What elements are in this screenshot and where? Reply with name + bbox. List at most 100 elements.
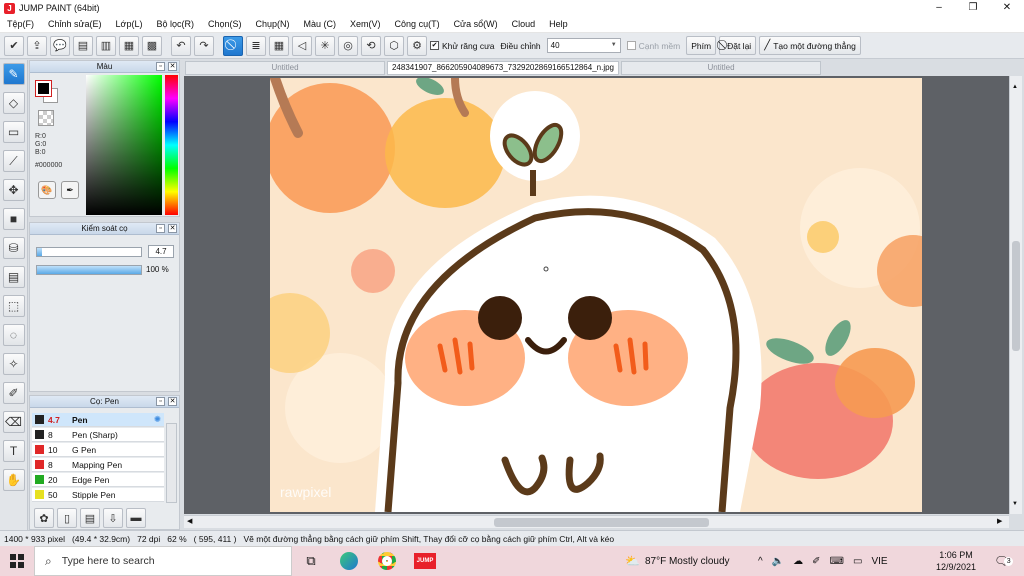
panel-float-icon[interactable]: ▫	[156, 224, 165, 233]
brush-item[interactable]: 8 Pen (Sharp)	[32, 428, 164, 442]
radial-ruler-icon[interactable]: ✳	[315, 35, 335, 56]
keyboard-icon[interactable]: ⌨	[830, 556, 844, 567]
concentric-ruler-icon[interactable]: ◎	[338, 35, 358, 56]
menu-help[interactable]: Help	[542, 19, 575, 29]
brush-item[interactable]: 50 Stipple Pen	[32, 488, 164, 502]
chevron-up-icon[interactable]: ^	[758, 556, 763, 567]
reset-button[interactable]: ⃠Đặt lại	[719, 36, 757, 55]
scroll-up-icon[interactable]: ▲	[1012, 84, 1018, 90]
no-ruler-icon[interactable]: ⃠	[223, 35, 243, 56]
grid-icon[interactable]: ▩	[142, 35, 162, 56]
brush-opacity-slider[interactable]	[36, 265, 142, 275]
horizontal-scrollbar[interactable]: ◀ ▶	[184, 515, 1009, 528]
panel-float-icon[interactable]: ▫	[156, 62, 165, 71]
bucket-tool-icon[interactable]: ⛁	[2, 237, 25, 259]
antialias-checkbox[interactable]: ✔	[430, 41, 439, 50]
tab-image[interactable]: 248341907_866205904089673_73292028691665…	[387, 61, 619, 75]
settings-icon[interactable]: ⚙	[407, 35, 427, 56]
menu-color[interactable]: Màu (C)	[297, 19, 344, 29]
speaker-icon[interactable]: 🔈	[772, 556, 784, 567]
panel-close-icon[interactable]: ✕	[168, 62, 177, 71]
tab-untitled-1[interactable]: Untitled	[185, 61, 385, 75]
comment-icon[interactable]: ▤	[73, 35, 93, 56]
curve-ruler-icon[interactable]: ⟲	[361, 35, 381, 56]
vertical-scrollbar[interactable]: ▲ ▼	[1009, 76, 1022, 514]
tab-untitled-2[interactable]: Untitled	[621, 61, 821, 75]
key-button[interactable]: Phím	[686, 36, 717, 55]
menu-view[interactable]: Xem(V)	[343, 19, 388, 29]
hue-slider[interactable]	[165, 75, 178, 215]
panel-close-icon[interactable]: ✕	[168, 397, 177, 406]
undo-icon[interactable]: ↶	[171, 35, 191, 56]
eraser-tool-icon[interactable]: ◇	[2, 92, 25, 114]
taskbar-search[interactable]: ⌕ Type here to search	[34, 546, 292, 576]
palette-icon[interactable]: 🎨	[38, 181, 56, 199]
vertical-scroll-thumb[interactable]	[1012, 241, 1020, 351]
eyedropper-icon[interactable]: ✒	[61, 181, 79, 199]
weather-widget[interactable]: ⛅ 87°F Mostly cloudy	[625, 546, 730, 576]
brush-size-slider[interactable]	[36, 247, 142, 257]
menu-select[interactable]: Chọn(S)	[201, 19, 249, 29]
magic-wand-icon[interactable]: ✧	[2, 353, 25, 375]
menu-layer[interactable]: Lớp(L)	[109, 19, 150, 29]
brush-list-scrollbar[interactable]	[166, 423, 177, 503]
redo-icon[interactable]: ↷	[194, 35, 214, 56]
speech-bubble-icon[interactable]: 💬	[50, 35, 70, 56]
straight-line-button[interactable]: ╱ Tạo một đường thẳng	[759, 36, 861, 55]
select-pen-icon[interactable]: ✐	[2, 382, 25, 404]
line-tool-icon[interactable]: ⟋	[2, 150, 25, 172]
shape-ruler-icon[interactable]: ⬡	[384, 35, 404, 56]
import-brush-icon[interactable]: ⇩	[103, 508, 123, 528]
panel-close-icon[interactable]: ✕	[168, 224, 177, 233]
select-eraser-icon[interactable]: ⌫	[2, 411, 25, 433]
hand-tool-icon[interactable]: ✋	[2, 469, 25, 491]
brush-item[interactable]: 20 Edge Pen	[32, 473, 164, 487]
export-icon[interactable]: ⇪	[27, 35, 47, 56]
clock[interactable]: 1:06 PM 12/9/2021	[936, 546, 976, 576]
menu-file[interactable]: Tệp(F)	[0, 19, 41, 29]
scroll-right-icon[interactable]: ▶	[997, 517, 1002, 525]
perspective-ruler-icon[interactable]: ◁	[292, 35, 312, 56]
brush-item[interactable]: 10 G Pen	[32, 443, 164, 457]
windows-start-button[interactable]	[0, 546, 34, 576]
new-brush-icon[interactable]: ▯	[57, 508, 77, 528]
brush-menu-icon[interactable]: ▤	[80, 508, 100, 528]
edge-browser-icon[interactable]	[330, 546, 368, 576]
drawing-canvas[interactable]: rawpixel	[270, 78, 922, 512]
menu-tools[interactable]: Công cụ(T)	[388, 19, 447, 29]
panel-float-icon[interactable]: ▫	[156, 397, 165, 406]
cloud-icon[interactable]: ☁	[793, 556, 803, 567]
rectangle-tool-icon[interactable]: ▭	[2, 121, 25, 143]
fill-rect-tool-icon[interactable]: ■	[2, 208, 25, 230]
notification-center[interactable]: 🗨 3	[994, 546, 1014, 576]
document-icon[interactable]: ▦	[119, 35, 139, 56]
rect-select-icon[interactable]: ⬚	[2, 295, 25, 317]
display-icon[interactable]: ▭	[853, 556, 862, 567]
close-button[interactable]: ✕	[990, 0, 1024, 16]
menu-filter[interactable]: Bộ lọc(R)	[149, 19, 201, 29]
folder-icon[interactable]: ▬	[126, 508, 146, 528]
gradient-tool-icon[interactable]: ▤	[2, 266, 25, 288]
menu-window[interactable]: Cửa sổ(W)	[447, 19, 505, 29]
adjust-combo[interactable]: 40 ▼	[546, 38, 621, 53]
soft-edge-checkbox[interactable]	[626, 41, 636, 50]
gear-icon[interactable]: ✺	[154, 414, 161, 425]
brush-size-input[interactable]: 4.7	[148, 245, 174, 258]
page-icon[interactable]: ▥	[96, 35, 116, 56]
minimize-button[interactable]: –	[922, 0, 956, 16]
move-tool-icon[interactable]: ✥	[2, 179, 25, 201]
foreground-color-swatch[interactable]	[35, 80, 52, 97]
brush-item[interactable]: 8 Mapping Pen	[32, 458, 164, 472]
menu-edit[interactable]: Chỉnh sửa(E)	[41, 19, 109, 29]
scroll-down-icon[interactable]: ▼	[1012, 501, 1018, 507]
chrome-browser-icon[interactable]	[368, 546, 406, 576]
parallel-ruler-icon[interactable]: ≣	[246, 35, 266, 56]
language-indicator[interactable]: VIE	[871, 556, 887, 567]
grid-ruler-icon[interactable]: ▦	[269, 35, 289, 56]
transparent-swatch[interactable]	[38, 110, 54, 126]
brush-item[interactable]: 4.7 Pen ✺	[32, 413, 164, 427]
horizontal-scroll-thumb[interactable]	[494, 518, 709, 527]
jump-paint-taskbar-icon[interactable]: JUMP	[406, 546, 444, 576]
cloud-check-icon[interactable]: ✔	[4, 35, 24, 56]
task-view-icon[interactable]: ⧉	[292, 546, 330, 576]
